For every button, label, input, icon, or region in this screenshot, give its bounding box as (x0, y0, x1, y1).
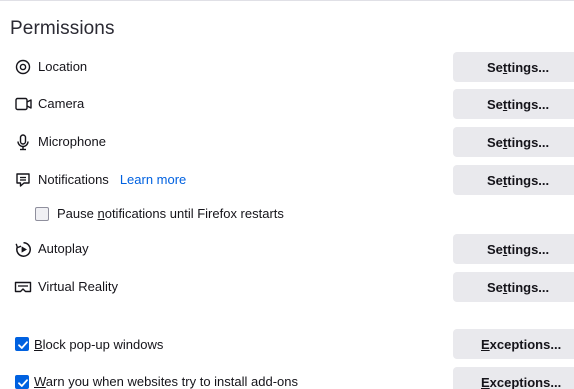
location-pin-icon (14, 58, 32, 76)
warn-addons-label[interactable]: Warn you when websites try to install ad… (34, 374, 298, 389)
permission-row-camera: Camera Settings... (0, 89, 574, 119)
pause-notifications-label[interactable]: Pause notifications until Firefox restar… (57, 206, 284, 221)
microphone-icon (14, 133, 32, 151)
notification-icon (14, 171, 32, 189)
top-divider (0, 0, 574, 1)
autoplay-settings-button[interactable]: Settings... (453, 234, 574, 264)
warn-addons-exceptions-button[interactable]: Exceptions... (453, 367, 574, 389)
permission-label-autoplay: Autoplay (38, 241, 89, 256)
permission-row-virtual-reality: Virtual Reality Settings... (0, 272, 574, 302)
notifications-settings-button[interactable]: Settings... (453, 165, 574, 195)
permission-label-location: Location (38, 59, 88, 74)
permission-row-notifications: Notifications Learn more Settings... (0, 165, 574, 195)
section-title: Permissions (10, 18, 115, 39)
camera-settings-button[interactable]: Settings... (453, 89, 574, 119)
permission-label-virtual-reality: Virtual Reality (38, 279, 118, 294)
permission-row-location: Location Settings... (0, 52, 574, 82)
block-popups-checkbox[interactable] (15, 337, 29, 351)
checkmark-icon (18, 379, 28, 387)
permission-row-microphone: Microphone Settings... (0, 127, 574, 157)
camera-icon (14, 95, 32, 113)
permission-label-camera: Camera (38, 96, 85, 111)
vr-headset-icon (14, 278, 32, 296)
block-popups-exceptions-button[interactable]: Exceptions... (453, 329, 574, 359)
pause-notifications-checkbox[interactable] (35, 207, 49, 221)
permission-row-autoplay: Autoplay Settings... (0, 234, 574, 264)
permission-label-notifications: Notifications Learn more (38, 172, 187, 187)
permission-label-microphone: Microphone (38, 134, 106, 149)
autoplay-icon (14, 240, 32, 258)
block-popups-label[interactable]: Block pop-up windows (34, 337, 163, 352)
warn-addons-checkbox[interactable] (15, 375, 29, 389)
learn-more-link[interactable]: Learn more (120, 172, 186, 187)
microphone-settings-button[interactable]: Settings... (453, 127, 574, 157)
checkmark-icon (18, 341, 28, 349)
virtual-reality-settings-button[interactable]: Settings... (453, 272, 574, 302)
location-settings-button[interactable]: Settings... (453, 52, 574, 82)
